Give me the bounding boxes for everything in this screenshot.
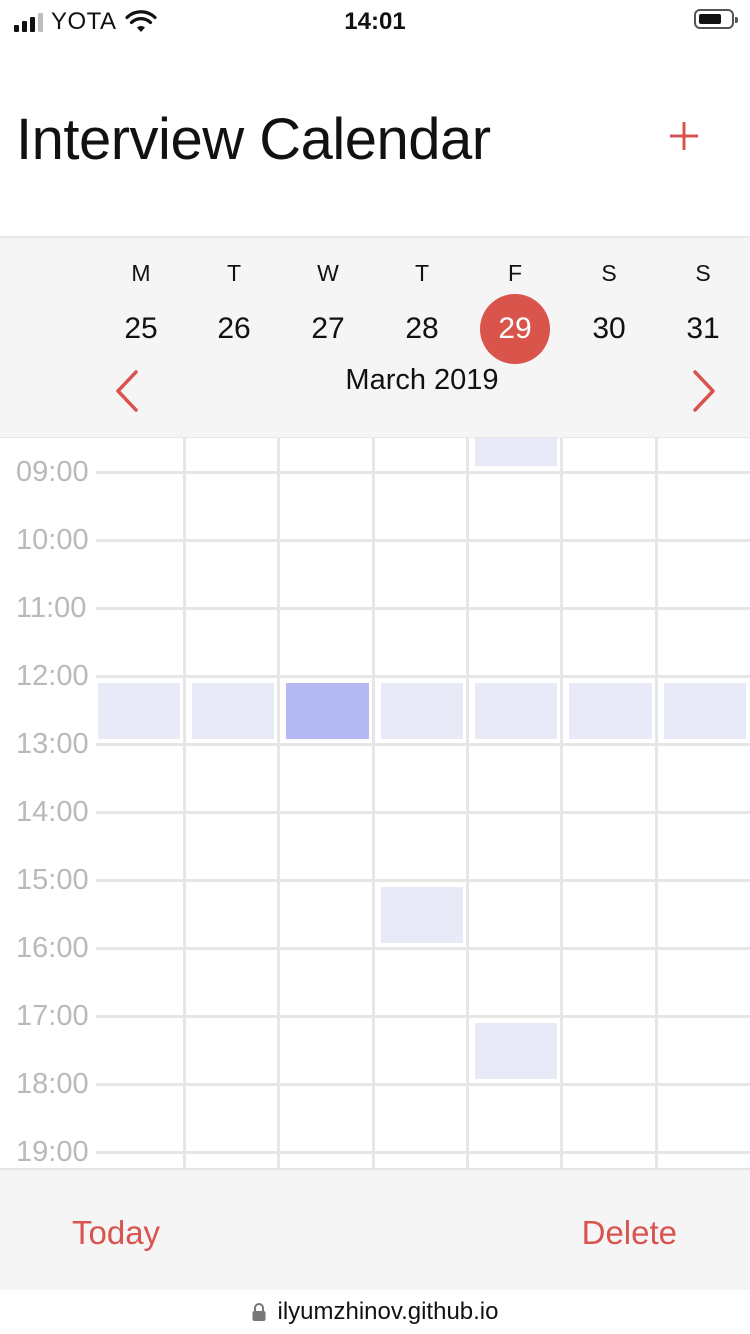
hour-label: 13:00 xyxy=(16,728,89,760)
url-bar[interactable]: ilyumzhinov.github.io xyxy=(0,1290,750,1334)
hour-label: 15:00 xyxy=(16,864,89,896)
status-time: 14:01 xyxy=(344,8,406,35)
url-container: ilyumzhinov.github.io xyxy=(251,1298,499,1326)
day-column-tue: T 26 xyxy=(187,256,281,364)
plus-icon xyxy=(670,122,698,150)
hour-label: 18:00 xyxy=(16,1068,89,1100)
page: YOTA 14:01 Interview Calendar M 25 T 26 xyxy=(0,0,750,1334)
day-number[interactable]: 26 xyxy=(199,294,269,364)
day-number[interactable]: 28 xyxy=(387,294,457,364)
day-letter: S xyxy=(601,260,617,286)
month-label: March 2019 xyxy=(345,364,499,396)
hour-label: 11:00 xyxy=(16,592,87,624)
lock-icon xyxy=(252,1303,266,1321)
next-week-button[interactable] xyxy=(683,366,723,416)
grid-hour-line xyxy=(96,743,750,746)
url-text: ilyumzhinov.github.io xyxy=(277,1298,499,1325)
grid-column-line xyxy=(372,438,375,1168)
day-column-fri: F 29 xyxy=(468,256,562,364)
grid-hour-line xyxy=(96,1083,750,1086)
grid-column-line xyxy=(277,438,280,1168)
day-column-mon: M 25 xyxy=(94,256,188,364)
hour-label: 09:00 xyxy=(16,456,89,488)
grid-column-line xyxy=(560,438,563,1168)
day-letter: T xyxy=(414,260,430,286)
grid-column-line xyxy=(655,438,658,1168)
event-slot-thu-1500[interactable] xyxy=(381,887,463,943)
status-bar: YOTA 14:01 xyxy=(0,0,750,40)
hour-label: 14:00 xyxy=(16,796,89,828)
week-strip: M 25 T 26 W 27 T 28 F 29 S 30 S 31 March… xyxy=(0,236,750,438)
grid-hour-line xyxy=(96,675,750,678)
selected-day-number[interactable]: 29 xyxy=(480,294,550,364)
grid-hour-line xyxy=(96,471,750,474)
delete-button[interactable]: Delete xyxy=(582,1214,677,1252)
event-slot-sun-1200[interactable] xyxy=(664,683,746,739)
event-slot-tue-1200[interactable] xyxy=(192,683,274,739)
day-letter: M xyxy=(131,260,151,286)
time-grid[interactable]: 09:00 10:00 11:00 12:00 13:00 14:00 15:0… xyxy=(0,438,750,1168)
battery-icon xyxy=(694,9,738,29)
grid-hour-line xyxy=(96,1151,750,1154)
day-column-sun: S 31 xyxy=(656,256,750,364)
day-letter: S xyxy=(695,260,711,286)
hour-label: 12:00 xyxy=(16,660,89,692)
day-letter: F xyxy=(507,260,523,286)
hour-label: 16:00 xyxy=(16,932,89,964)
day-letter: W xyxy=(317,260,339,286)
grid-hour-line xyxy=(96,607,750,610)
grid-hour-line xyxy=(96,947,750,950)
event-slot-sat-1200[interactable] xyxy=(569,683,652,739)
day-number[interactable]: 27 xyxy=(293,294,363,364)
grid-column-line xyxy=(183,438,186,1168)
event-slot-fri-1700[interactable] xyxy=(475,1023,557,1079)
page-title: Interview Calendar xyxy=(16,107,491,172)
day-number[interactable]: 31 xyxy=(668,294,738,364)
chevron-right-icon xyxy=(693,370,715,412)
hour-label: 19:00 xyxy=(16,1136,89,1168)
day-letter: T xyxy=(226,260,242,286)
hour-label: 10:00 xyxy=(16,524,89,556)
bottom-toolbar: Today Delete xyxy=(0,1168,750,1290)
grid-column-line xyxy=(466,438,469,1168)
grid-hour-line xyxy=(96,811,750,814)
day-number[interactable]: 25 xyxy=(106,294,176,364)
grid-hour-line xyxy=(96,539,750,542)
event-slot-thu-1200[interactable] xyxy=(381,683,463,739)
today-button[interactable]: Today xyxy=(72,1214,160,1252)
day-column-sat: S 30 xyxy=(562,256,656,364)
event-slot-fri-0800[interactable] xyxy=(475,438,557,466)
event-slot-mon-1200[interactable] xyxy=(98,683,180,739)
day-column-thu: T 28 xyxy=(375,256,469,364)
hour-label: 17:00 xyxy=(16,1000,89,1032)
day-column-wed: W 27 xyxy=(281,256,375,364)
grid-hour-line xyxy=(96,879,750,882)
grid-hour-line xyxy=(96,1015,750,1018)
event-slot-fri-1200[interactable] xyxy=(475,683,557,739)
event-slot-wed-1200-booked[interactable] xyxy=(286,683,369,739)
day-number[interactable]: 30 xyxy=(574,294,644,364)
add-event-button[interactable] xyxy=(662,110,706,160)
